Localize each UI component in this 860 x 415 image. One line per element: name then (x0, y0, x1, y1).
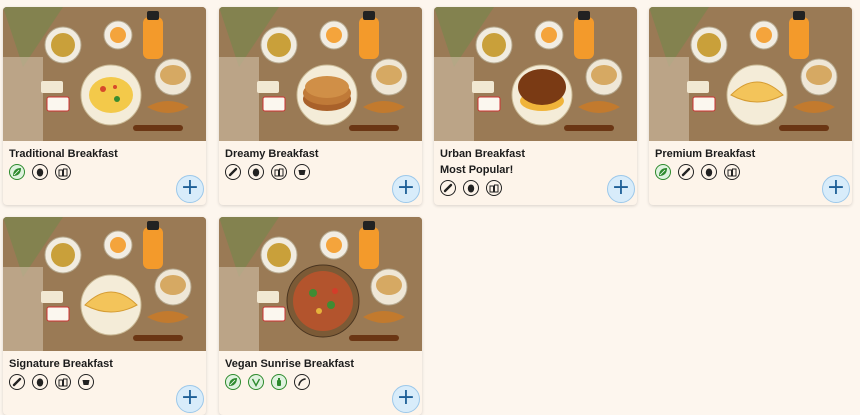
vegan-v-icon (248, 374, 264, 390)
meal-title: Traditional Breakfast (9, 148, 118, 160)
sausage-icon (225, 164, 241, 180)
meal-title: Urban Breakfast (440, 148, 525, 160)
sausage-icon (440, 180, 456, 196)
leaf-icon (9, 164, 25, 180)
meal-title: Dreamy Breakfast (225, 148, 319, 160)
add-to-cart-button[interactable]: + (392, 385, 420, 413)
meal-badge-text: Most Popular! (440, 164, 514, 176)
dietary-icons (655, 164, 740, 180)
menu-card-2[interactable]: + Dreamy Breakfast (219, 7, 422, 205)
meal-title: Premium Breakfast (655, 148, 756, 160)
egg-icon (701, 164, 717, 180)
dietary-icons (225, 164, 310, 180)
dietary-icons (225, 374, 310, 390)
meal-title: Signature Breakfast (9, 358, 113, 370)
meal-photo (434, 7, 637, 141)
milk-icon (724, 164, 740, 180)
meal-photo (649, 7, 852, 141)
milk-icon (55, 374, 71, 390)
add-to-cart-button[interactable]: + (822, 175, 850, 203)
bottle-icon (271, 374, 287, 390)
meal-title: Vegan Sunrise Breakfast (225, 358, 355, 370)
add-to-cart-button[interactable]: + (176, 385, 204, 413)
meal-photo (219, 217, 422, 351)
chili-icon (294, 374, 310, 390)
milk-icon (55, 164, 71, 180)
menu-card-6[interactable]: + Vegan Sunrise Breakfast (219, 217, 422, 415)
egg-icon (32, 374, 48, 390)
egg-icon (463, 180, 479, 196)
cup-icon (78, 374, 94, 390)
menu-card-5[interactable]: + Signature Breakfast (3, 217, 206, 415)
add-to-cart-button[interactable]: + (392, 175, 420, 203)
leaf-icon (655, 164, 671, 180)
add-to-cart-button[interactable]: + (607, 175, 635, 203)
dietary-icons (9, 374, 94, 390)
menu-card-3[interactable]: + Urban Breakfast Most Popular! (434, 7, 637, 205)
sausage-icon (9, 374, 25, 390)
milk-icon (271, 164, 287, 180)
add-to-cart-button[interactable]: + (176, 175, 204, 203)
menu-grid: + Traditional Breakfast + Dreamy Breakfa… (0, 0, 860, 415)
menu-card-1[interactable]: + Traditional Breakfast (3, 7, 206, 205)
milk-icon (486, 180, 502, 196)
menu-card-4[interactable]: + Premium Breakfast (649, 7, 852, 205)
dietary-icons (440, 180, 502, 196)
cup-icon (294, 164, 310, 180)
leaf-icon (225, 374, 241, 390)
sausage-icon (678, 164, 694, 180)
dietary-icons (9, 164, 71, 180)
egg-icon (248, 164, 264, 180)
meal-photo (3, 7, 206, 141)
meal-photo (3, 217, 206, 351)
meal-photo (219, 7, 422, 141)
egg-icon (32, 164, 48, 180)
